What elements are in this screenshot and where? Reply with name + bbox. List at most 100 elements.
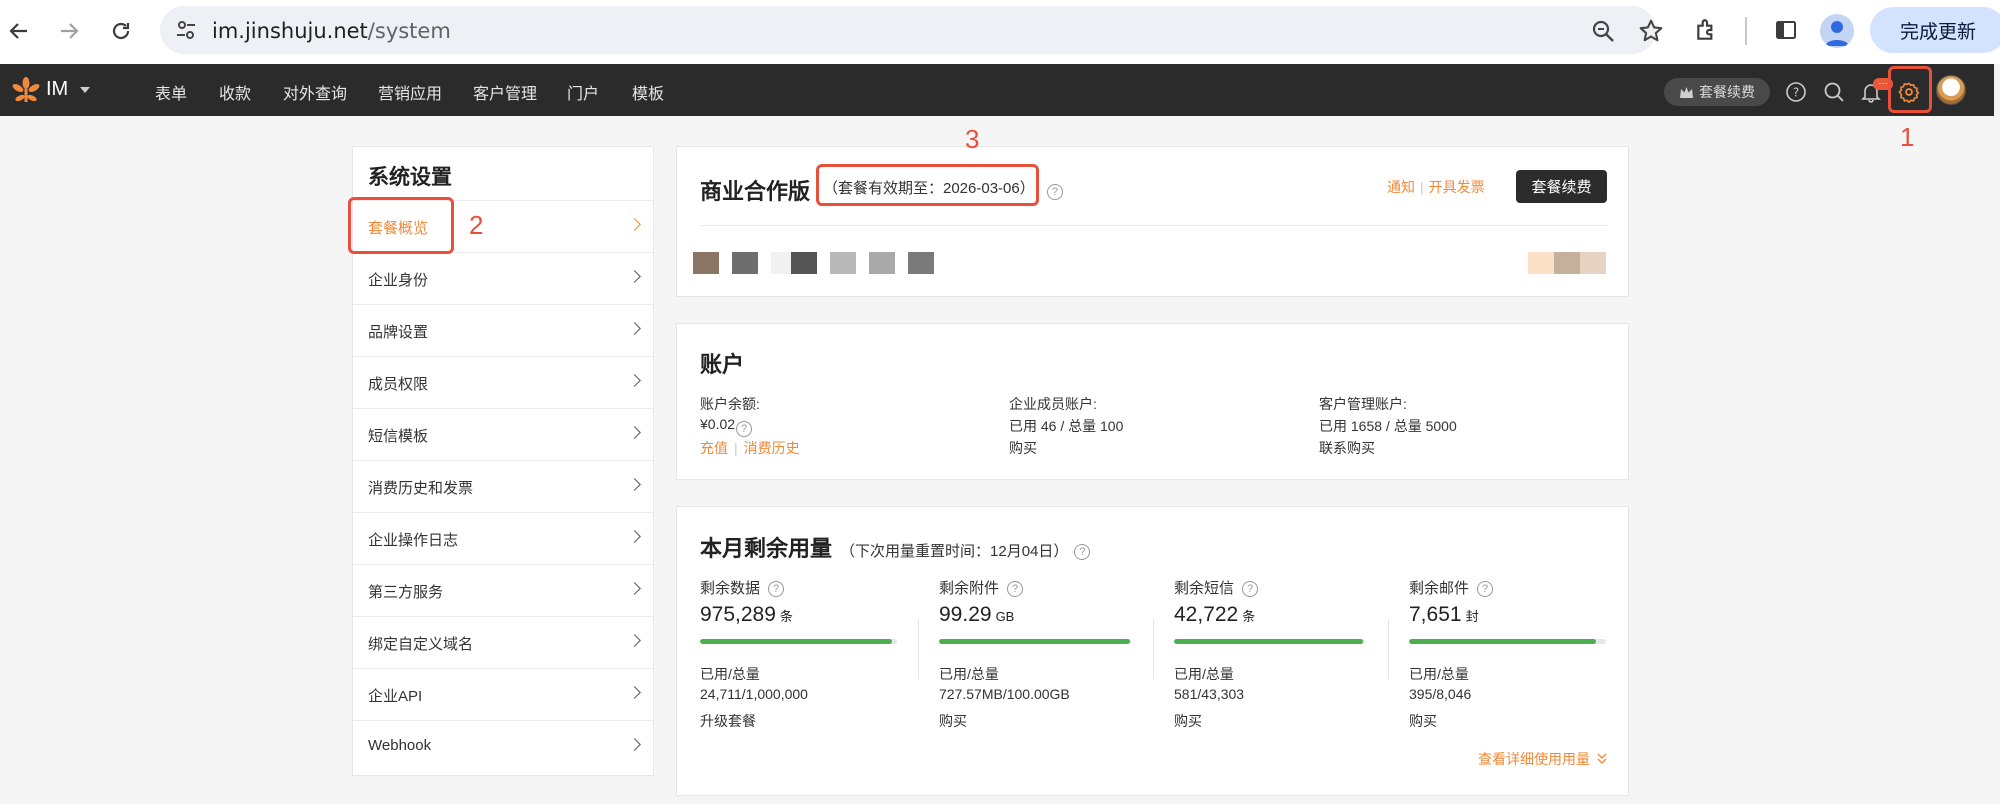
usage-label-row: 剩余数据? <box>700 577 785 598</box>
menu-item-payments[interactable]: 收款 <box>219 80 251 104</box>
back-icon[interactable] <box>2 14 36 48</box>
sidebar-item-label: 第三方服务 <box>368 584 444 601</box>
usage-progress-bar <box>1409 639 1606 644</box>
used-total-value: 727.57MB/100.00GB <box>939 686 1070 702</box>
chevron-right-icon <box>628 270 641 283</box>
side-panel-icon[interactable] <box>1771 15 1801 45</box>
usage-label: 剩余附件 <box>939 580 1000 597</box>
update-button[interactable]: 完成更新 <box>1870 7 2000 53</box>
help-icon[interactable]: ? <box>1783 79 1809 105</box>
avatar[interactable] <box>1936 75 1966 105</box>
chevron-right-icon <box>628 218 641 231</box>
notify-link[interactable]: 通知 <box>1387 179 1415 195</box>
sidebar-item-label: Webhook <box>368 737 432 754</box>
buy-attachment-link[interactable]: 购买 <box>939 711 967 731</box>
column-divider <box>918 619 919 679</box>
column-divider <box>1153 619 1154 679</box>
help-icon[interactable]: ? <box>1242 581 1259 597</box>
usage-detail-label: 查看详细使用用量 <box>1478 751 1590 767</box>
recharge-link[interactable]: 充值 <box>700 440 728 456</box>
sidebar-title: 系统设置 <box>368 166 452 189</box>
sidebar-item-billing-history[interactable]: 消费历史和发票 <box>353 460 653 512</box>
profile-icon[interactable] <box>1820 14 1854 48</box>
menu-item-portal[interactable]: 门户 <box>567 80 599 104</box>
link-separator: | <box>1420 179 1424 195</box>
svg-text:?: ? <box>1793 86 1799 100</box>
help-icon[interactable]: ? <box>1074 544 1091 560</box>
sidebar-item-sms-templates[interactable]: 短信模板 <box>353 408 653 460</box>
help-icon[interactable]: ? <box>736 421 753 437</box>
billing-history-link[interactable]: 消费历史 <box>744 440 800 456</box>
sidebar-item-operation-log[interactable]: 企业操作日志 <box>353 512 653 564</box>
sidebar-item-company-identity[interactable]: 企业身份 <box>353 252 653 304</box>
sidebar-item-third-party[interactable]: 第三方服务 <box>353 564 653 616</box>
help-icon[interactable]: ? <box>1046 184 1063 200</box>
usage-value-row: 42,722 条 <box>1174 603 1255 627</box>
usage-value-row: 99.29 GB <box>939 603 1014 627</box>
usage-label-row: 剩余邮件? <box>1409 577 1494 598</box>
contact-purchase-link[interactable]: 联系购买 <box>1319 438 1375 458</box>
bookmark-star-icon[interactable] <box>1638 18 1664 44</box>
brand-dropdown-icon[interactable] <box>80 87 90 93</box>
menu-item-public-query[interactable]: 对外查询 <box>283 80 347 104</box>
reload-icon[interactable] <box>104 14 138 48</box>
help-icon[interactable]: ? <box>768 581 785 597</box>
usage-unit: 封 <box>1465 609 1479 624</box>
buy-email-link[interactable]: 购买 <box>1409 711 1437 731</box>
url-text: im.jinshuju.net/system <box>212 19 451 43</box>
usage-value: 975,289 <box>700 603 776 626</box>
usage-label: 剩余邮件 <box>1409 580 1470 597</box>
logo-icon[interactable] <box>10 74 42 106</box>
site-settings-icon[interactable] <box>174 18 198 42</box>
sidebar-item-brand-settings[interactable]: 品牌设置 <box>353 304 653 356</box>
used-total-label: 已用/总量 <box>1409 666 1469 682</box>
sidebar-item-label: 企业身份 <box>368 272 429 289</box>
feature-swatch <box>1528 252 1554 274</box>
plan-links: 通知 | 开具发票 <box>1387 177 1485 197</box>
annotation-box-1 <box>1888 66 1932 113</box>
help-icon[interactable]: ? <box>1007 581 1024 597</box>
sidebar-item-label: 绑定自定义域名 <box>368 636 474 653</box>
extensions-icon[interactable] <box>1692 15 1722 45</box>
menu-item-templates[interactable]: 模板 <box>632 80 664 104</box>
brand-name[interactable]: IM <box>46 78 68 101</box>
usage-attachment-column: 剩余附件? 99.29 GB 已用/总量 727.57MB/100.00GB 购买 <box>939 577 1149 747</box>
sidebar-item-label: 品牌设置 <box>368 324 429 341</box>
usage-progress-bar <box>939 639 1131 644</box>
usage-title-text: 本月剩余用量 <box>700 536 833 561</box>
zoom-icon[interactable] <box>1590 18 1616 44</box>
usage-progress-bar <box>700 639 897 644</box>
sidebar-item-label: 消费历史和发票 <box>368 480 474 497</box>
menu-item-crm[interactable]: 客户管理 <box>473 80 537 104</box>
search-icon[interactable] <box>1821 79 1847 105</box>
upgrade-plan-link[interactable]: 升级套餐 <box>700 711 756 731</box>
feature-swatch <box>830 252 856 274</box>
sidebar-item-label: 企业操作日志 <box>368 532 459 549</box>
forward-icon[interactable] <box>52 14 86 48</box>
members-value: 已用 46 / 总量 100 <box>1009 418 1124 434</box>
menu-item-forms[interactable]: 表单 <box>155 80 187 104</box>
sidebar-item-api[interactable]: 企业API <box>353 668 653 720</box>
sidebar-item-label: 成员权限 <box>368 376 429 393</box>
sidebar-item-member-permissions[interactable]: 成员权限 <box>353 356 653 408</box>
usage-detail-link[interactable]: 查看详细使用用量 <box>1478 749 1607 769</box>
sidebar-item-custom-domain[interactable]: 绑定自定义域名 <box>353 616 653 668</box>
usage-label: 剩余短信 <box>1174 580 1235 597</box>
header-renew-button[interactable]: 套餐续费 <box>1664 78 1770 106</box>
sidebar-item-webhook[interactable]: Webhook <box>353 720 653 772</box>
url-host: im.jinshuju.net <box>212 19 368 43</box>
usage-progress-bar <box>1174 639 1365 644</box>
address-bar[interactable]: im.jinshuju.net/system <box>160 6 1663 54</box>
buy-sms-link[interactable]: 购买 <box>1174 711 1202 731</box>
chevron-right-icon <box>628 426 641 439</box>
usage-label: 剩余数据 <box>700 580 761 597</box>
usage-value: 42,722 <box>1174 603 1239 626</box>
usage-email-column: 剩余邮件? 7,651 封 已用/总量 395/8,046 购买 <box>1409 577 1619 747</box>
menu-item-marketing[interactable]: 营销应用 <box>378 80 442 104</box>
renew-plan-button[interactable]: 套餐续费 <box>1516 170 1607 203</box>
help-icon[interactable]: ? <box>1477 581 1494 597</box>
usage-progress-fill <box>939 639 1130 644</box>
buy-members-link[interactable]: 购买 <box>1009 438 1037 458</box>
invoice-link[interactable]: 开具发票 <box>1429 179 1485 195</box>
usage-unit: 条 <box>779 609 793 624</box>
